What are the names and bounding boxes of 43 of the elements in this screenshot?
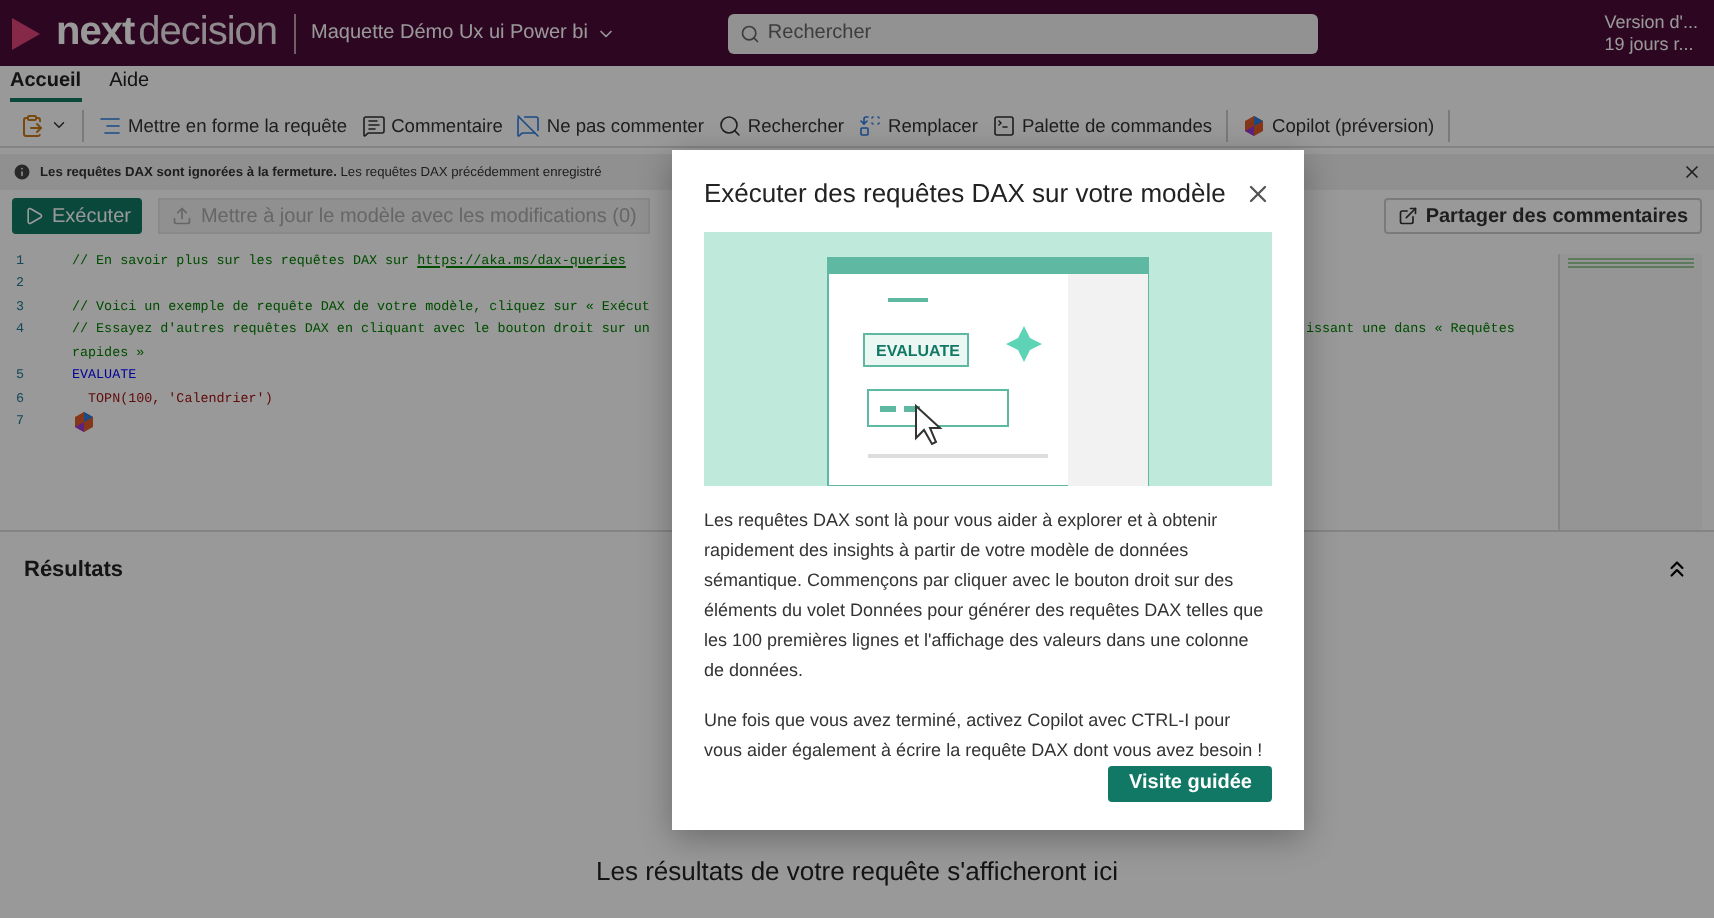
toolbar-button[interactable]: Remplacer — [857, 113, 978, 137]
uncomment-icon — [516, 113, 541, 137]
search-field[interactable]: Rechercher — [727, 13, 1318, 53]
results-title: Résultats — [24, 557, 124, 581]
toolbar-button[interactable]: Mettre en forme la requête — [98, 113, 348, 137]
toolbar-button[interactable]: Rechercher — [717, 113, 844, 137]
close-icon[interactable] — [1682, 162, 1702, 182]
terminal-icon — [991, 113, 1016, 137]
upload-icon — [172, 206, 193, 226]
dialog-paragraph: Une fois que vous avez terminé, activez Copilot avec CTRL-I pour vous aider également à écrire la requête DAX dont vous avez besoin ! — [704, 707, 1265, 764]
share-feedback-button[interactable]: Partager des commentaires — [1383, 198, 1702, 234]
toolbar-button[interactable]: Commentaire — [361, 113, 503, 137]
paste-button[interactable] — [20, 113, 68, 137]
dialog-paragraph: Les requêtes DAX sont là pour vous aider à explorer et à obtenir rapidement des insights à partir de votre modèle de données sémantique. Commençons par cliquer avec le bouton droit sur des éléments du volet Données pour générer des requêtes DAX telles que les 100 premières lignes et l'affichage des valeurs dans une colonne de données. — [704, 507, 1266, 684]
comment-icon — [361, 113, 386, 137]
chevron-down-icon — [50, 116, 68, 134]
ribbon-tab[interactable]: Aide — [109, 70, 150, 102]
toolbar-button[interactable]: Ne pas commenter — [516, 113, 704, 137]
toolbar-button[interactable]: Palette de commandes — [991, 113, 1213, 137]
guided-tour-button[interactable]: Visite guidée — [1108, 765, 1272, 802]
illustration-keyword: EVALUATE — [876, 341, 960, 360]
workspace-dropdown[interactable]: Maquette Démo Ux ui Power bi — [311, 22, 616, 44]
logo-text: decision — [138, 10, 278, 56]
version-text: Version d'... — [1604, 11, 1698, 33]
triangle-logo-icon — [12, 17, 40, 49]
ribbon-tab[interactable]: Accueil — [10, 70, 82, 102]
copilot-icon — [1242, 113, 1267, 137]
search-icon — [739, 23, 760, 43]
info-icon — [12, 162, 32, 182]
version-text: 19 jours r... — [1604, 33, 1696, 55]
search-icon — [717, 113, 742, 137]
collapse-icon[interactable] — [1664, 556, 1690, 582]
empty-results-message: Les résultats de votre requête s'afficheront ici — [596, 856, 1118, 886]
logo-text: next — [56, 10, 135, 56]
toolbar-button[interactable]: Copilot (préversion) — [1242, 113, 1435, 137]
external-link-icon — [1397, 206, 1418, 226]
replace-icon — [857, 113, 882, 137]
clipboard-icon — [20, 113, 44, 137]
copilot-icon — [72, 410, 96, 435]
play-icon — [24, 206, 44, 226]
run-button[interactable]: Exécuter — [12, 198, 143, 234]
dialog-title: Exécuter des requêtes DAX sur votre modèle — [704, 178, 1226, 208]
format-icon — [98, 113, 122, 137]
